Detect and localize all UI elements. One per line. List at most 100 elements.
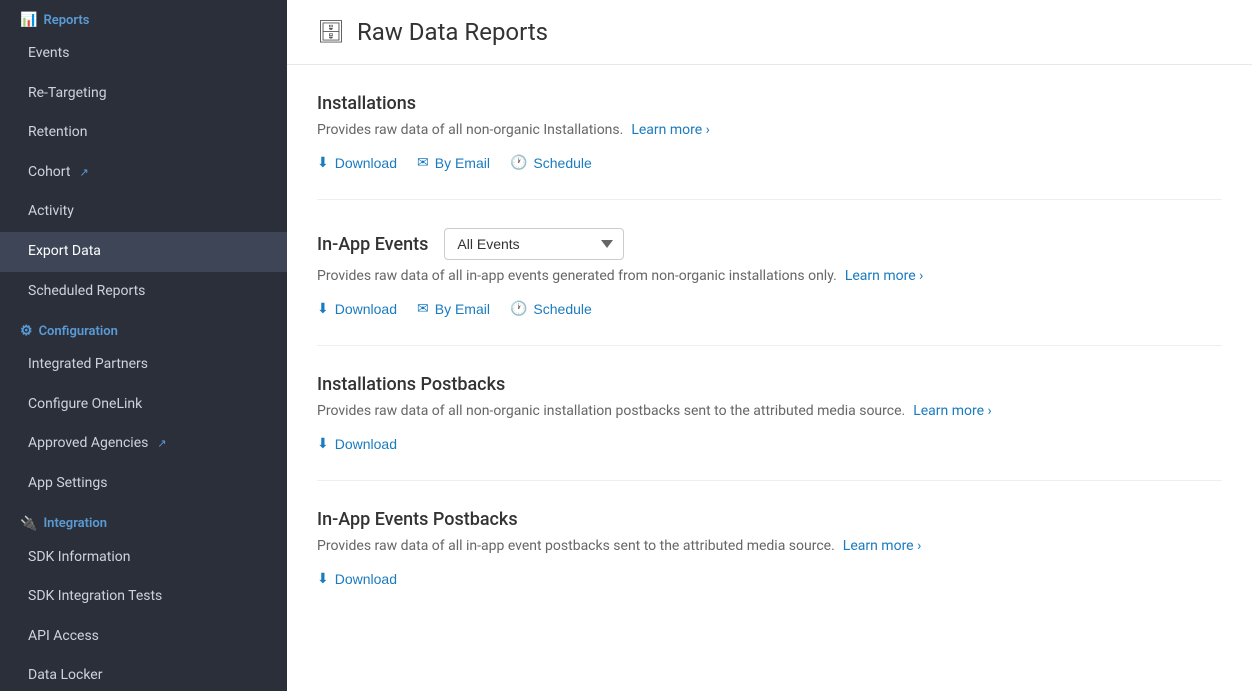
download-label: Download <box>335 436 397 452</box>
section-desc-in-app-events: Provides raw data of all in-app events g… <box>317 268 1222 284</box>
sidebar-item-activity[interactable]: Activity <box>0 192 287 232</box>
sidebar-section-configuration: ⚙ Configuration <box>0 311 287 345</box>
section-title-installations: Installations <box>317 93 1222 114</box>
download-icon: ⬇ <box>317 435 329 452</box>
schedule-icon: 🕐 <box>510 300 527 317</box>
section-installations: Installations Provides raw data of all no… <box>317 65 1222 200</box>
section-installations-postbacks: Installations Postbacks Provides raw data… <box>317 346 1222 481</box>
section-title-in-app-events: In-App Events All Events <box>317 228 1222 260</box>
sidebar-item-label-configure-onelink: Configure OneLink <box>28 395 142 415</box>
sidebar-section-integration: 🔌 Integration <box>0 504 287 538</box>
learn-more-in-app-events[interactable]: Learn more › <box>845 268 924 284</box>
by-email-icon: ✉ <box>417 300 429 317</box>
page-header: 🗄 Raw Data Reports <box>287 0 1252 65</box>
section-title-in-app-events-postbacks: In-App Events Postbacks <box>317 509 1222 530</box>
sidebar-item-retention[interactable]: Retention <box>0 113 287 153</box>
sidebar: 📊 Reports Events Re-Targeting Retention Cohor… <box>0 0 287 691</box>
section-title-text-installations: Installations <box>317 93 416 114</box>
by-email-button-installations[interactable]: ✉ By Email <box>417 154 490 171</box>
sidebar-item-label-data-locker: Data Locker <box>28 666 102 686</box>
sidebar-section-label-integration: Integration <box>43 516 107 531</box>
sidebar-item-label-sdk-integration-tests: SDK Integration Tests <box>28 587 162 607</box>
by-email-label: By Email <box>435 155 490 171</box>
configuration-section-icon: ⚙ <box>20 323 33 339</box>
download-icon: ⬇ <box>317 300 329 317</box>
sidebar-item-label-retention: Retention <box>28 123 88 143</box>
section-desc-installations: Provides raw data of all non-organic Ins… <box>317 122 1222 138</box>
schedule-icon: 🕐 <box>510 154 527 171</box>
download-button-installations[interactable]: ⬇ Download <box>317 154 397 171</box>
sidebar-item-label-approved-agencies: Approved Agencies <box>28 434 148 454</box>
download-button-installations-postbacks[interactable]: ⬇ Download <box>317 435 397 452</box>
sidebar-item-label-cohort: Cohort <box>28 163 70 183</box>
section-desc-text-installations-postbacks: Provides raw data of all non-organic ins… <box>317 403 905 419</box>
sidebar-item-label-export-data: Export Data <box>28 242 101 262</box>
external-link-icon: ↗ <box>157 436 166 451</box>
section-desc-text-installations: Provides raw data of all non-organic Ins… <box>317 122 623 138</box>
sidebar-item-data-locker[interactable]: Data Locker <box>0 656 287 691</box>
sidebar-item-scheduled-reports[interactable]: Scheduled Reports <box>0 272 287 312</box>
learn-more-in-app-events-postbacks[interactable]: Learn more › <box>843 538 922 554</box>
schedule-button-installations[interactable]: 🕐 Schedule <box>510 154 592 171</box>
sidebar-item-events[interactable]: Events <box>0 34 287 74</box>
integration-section-icon: 🔌 <box>20 516 37 532</box>
sidebar-item-label-events: Events <box>28 44 69 64</box>
section-title-text-installations-postbacks: Installations Postbacks <box>317 374 505 395</box>
sidebar-item-label-integrated-partners: Integrated Partners <box>28 355 148 375</box>
page-title: Raw Data Reports <box>357 18 548 46</box>
database-icon: 🗄 <box>317 20 345 45</box>
sidebar-item-label-activity: Activity <box>28 202 74 222</box>
sidebar-section-label-configuration: Configuration <box>39 324 118 339</box>
sidebar-item-configure-onelink[interactable]: Configure OneLink <box>0 385 287 425</box>
sidebar-item-label-app-settings: App Settings <box>28 474 107 494</box>
download-icon: ⬇ <box>317 154 329 171</box>
by-email-label: By Email <box>435 301 490 317</box>
section-title-text-in-app-events-postbacks: In-App Events Postbacks <box>317 509 518 530</box>
learn-more-installations-postbacks[interactable]: Learn more › <box>913 403 992 419</box>
external-link-icon: ↗ <box>79 165 88 180</box>
sidebar-item-retargeting[interactable]: Re-Targeting <box>0 74 287 114</box>
download-label: Download <box>335 571 397 587</box>
main-content-area: 🗄 Raw Data Reports Installations Provides… <box>287 0 1252 691</box>
learn-more-installations[interactable]: Learn more › <box>631 122 710 138</box>
sidebar-item-approved-agencies[interactable]: Approved Agencies ↗ <box>0 424 287 464</box>
sidebar-item-export-data[interactable]: Export Data <box>0 232 287 272</box>
sidebar-item-cohort[interactable]: Cohort ↗ <box>0 153 287 193</box>
section-title-text-in-app-events: In-App Events <box>317 234 428 255</box>
section-in-app-events-postbacks: In-App Events Postbacks Provides raw data… <box>317 481 1222 615</box>
sidebar-item-sdk-information[interactable]: SDK Information <box>0 538 287 578</box>
action-row-in-app-events-postbacks: ⬇ Download <box>317 570 1222 587</box>
section-in-app-events: In-App Events All Events Provides raw data… <box>317 200 1222 346</box>
sidebar-section-reports: 📊 Reports <box>0 0 287 34</box>
download-label: Download <box>335 301 397 317</box>
schedule-button-in-app-events[interactable]: 🕐 Schedule <box>510 300 592 317</box>
sidebar-item-sdk-integration-tests[interactable]: SDK Integration Tests <box>0 577 287 617</box>
sections-container: Installations Provides raw data of all no… <box>287 65 1252 691</box>
download-button-in-app-events-postbacks[interactable]: ⬇ Download <box>317 570 397 587</box>
sidebar-item-app-settings[interactable]: App Settings <box>0 464 287 504</box>
reports-section-icon: 📊 <box>20 12 37 28</box>
sidebar-item-integrated-partners[interactable]: Integrated Partners <box>0 345 287 385</box>
sidebar-item-label-api-access: API Access <box>28 627 99 647</box>
action-row-installations: ⬇ Download ✉ By Email 🕐 Schedule <box>317 154 1222 171</box>
sidebar-item-label-retargeting: Re-Targeting <box>28 84 107 104</box>
section-desc-installations-postbacks: Provides raw data of all non-organic ins… <box>317 403 1222 419</box>
section-desc-text-in-app-events: Provides raw data of all in-app events g… <box>317 268 837 284</box>
action-row-installations-postbacks: ⬇ Download <box>317 435 1222 452</box>
section-title-installations-postbacks: Installations Postbacks <box>317 374 1222 395</box>
sidebar-item-label-sdk-information: SDK Information <box>28 548 130 568</box>
sidebar-item-label-scheduled-reports: Scheduled Reports <box>28 282 145 302</box>
section-desc-in-app-events-postbacks: Provides raw data of all in-app event po… <box>317 538 1222 554</box>
download-button-in-app-events[interactable]: ⬇ Download <box>317 300 397 317</box>
schedule-label: Schedule <box>533 155 591 171</box>
schedule-label: Schedule <box>533 301 591 317</box>
by-email-icon: ✉ <box>417 154 429 171</box>
dropdown-in-app-events[interactable]: All Events <box>444 228 624 260</box>
section-desc-text-in-app-events-postbacks: Provides raw data of all in-app event po… <box>317 538 835 554</box>
sidebar-section-label-reports: Reports <box>43 13 89 28</box>
by-email-button-in-app-events[interactable]: ✉ By Email <box>417 300 490 317</box>
sidebar-item-api-access[interactable]: API Access <box>0 617 287 657</box>
download-label: Download <box>335 155 397 171</box>
action-row-in-app-events: ⬇ Download ✉ By Email 🕐 Schedule <box>317 300 1222 317</box>
download-icon: ⬇ <box>317 570 329 587</box>
